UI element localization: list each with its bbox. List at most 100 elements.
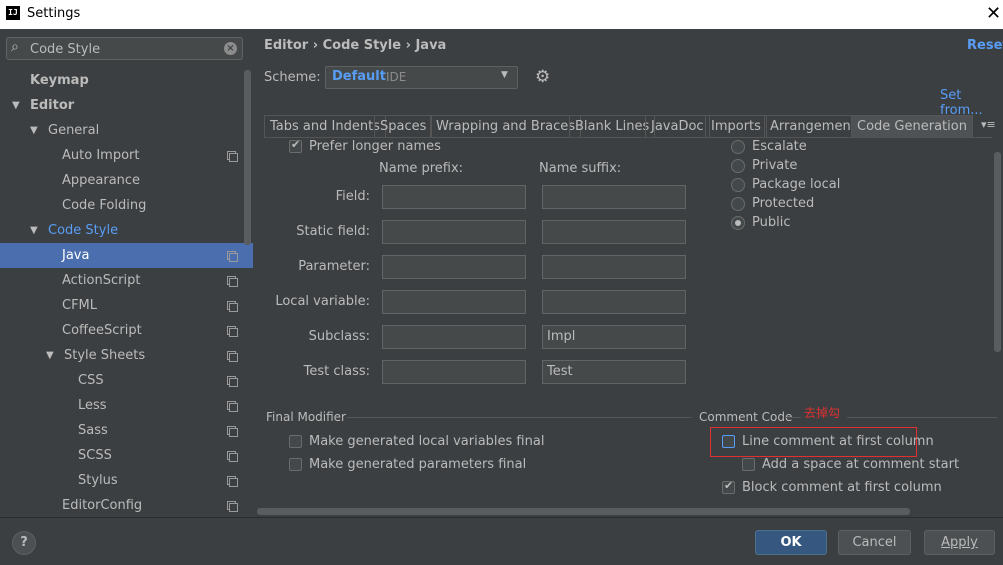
clear-search-icon[interactable]: × (224, 42, 237, 55)
tab-tabs-and-indents[interactable]: Tabs and Indents (264, 115, 386, 137)
final-local-vars-checkbox[interactable] (289, 435, 302, 448)
tree-item-editorconfig[interactable]: EditorConfig (0, 493, 253, 518)
project-copy-icon (227, 426, 238, 437)
gear-icon[interactable]: ⚙ (535, 67, 550, 87)
radio-package-local[interactable] (731, 178, 745, 192)
project-copy-icon (227, 351, 238, 362)
local-variable-label: Local variable: (275, 294, 370, 309)
static-field-prefix-input[interactable] (382, 220, 526, 244)
tab-spaces[interactable]: Spaces (374, 115, 433, 137)
scheme-name: Default (332, 69, 386, 84)
tab-arrangement[interactable]: Arrangement (764, 115, 862, 137)
tree-item-coffeescript[interactable]: CoffeeScript (0, 318, 253, 343)
add-space-checkbox[interactable] (742, 458, 755, 471)
local-variable-suffix-input[interactable] (542, 290, 686, 314)
parameter-prefix-input[interactable] (382, 255, 526, 279)
tab-imports[interactable]: Imports (705, 115, 767, 137)
cancel-button[interactable]: Cancel (838, 530, 911, 555)
expand-arrow-icon[interactable]: ▼ (46, 343, 54, 368)
project-copy-icon (227, 326, 238, 337)
expand-arrow-icon[interactable]: ▼ (12, 93, 20, 118)
search-field[interactable]: ⌕ × (6, 37, 243, 60)
static-field-suffix-input[interactable] (542, 220, 686, 244)
radio-protected-label: Protected (752, 196, 815, 211)
tab-blank-lines[interactable]: Blank Lines (569, 115, 656, 137)
tree-item-label: Stylus (78, 473, 118, 488)
expand-arrow-icon[interactable]: ▼ (30, 118, 38, 143)
tree-item-general[interactable]: ▼ General (0, 118, 253, 143)
tree-item-auto-import[interactable]: Auto Import (0, 143, 253, 168)
tree-item-label: Auto Import (62, 148, 140, 163)
tree-item-label: CoffeeScript (62, 323, 142, 338)
suffix-header: Name suffix: (539, 161, 622, 176)
subclass-suffix-input[interactable]: Impl (542, 325, 686, 349)
prefer-longer-label: Prefer longer names (309, 139, 441, 154)
tabs-overflow-icon[interactable]: ▾≡ (981, 118, 996, 131)
expand-arrow-icon[interactable]: ▼ (30, 218, 38, 243)
project-copy-icon (227, 301, 238, 312)
tree-item-css[interactable]: CSS (0, 368, 253, 393)
field-label: Field: (335, 189, 370, 204)
content-vertical-scrollbar[interactable] (994, 152, 1001, 352)
test-class-prefix-input[interactable] (382, 360, 526, 384)
comment-code-divider-right (847, 417, 997, 418)
comment-code-divider-left (785, 417, 801, 418)
close-icon[interactable]: ✕ (986, 3, 1001, 24)
tree-item-label: Editor (30, 98, 75, 113)
tree-item-cfml[interactable]: CFML (0, 293, 253, 318)
subclass-prefix-input[interactable] (382, 325, 526, 349)
tab-javadoc[interactable]: JavaDoc (645, 115, 710, 137)
tab-wrapping-and-braces[interactable]: Wrapping and Braces (430, 115, 582, 137)
tree-item-java[interactable]: Java (0, 243, 253, 268)
tree-item-sass[interactable]: Sass (0, 418, 253, 443)
radio-escalate[interactable] (731, 140, 745, 154)
project-copy-icon (227, 151, 238, 162)
tree-item-label: Sass (78, 423, 108, 438)
line-comment-first-col-checkbox[interactable] (722, 435, 735, 448)
test-class-suffix-input[interactable]: Test (542, 360, 686, 384)
tree-item-label: Appearance (62, 173, 141, 188)
field-prefix-input[interactable] (382, 185, 526, 209)
help-button[interactable]: ? (12, 531, 36, 555)
final-local-vars-label: Make generated local variables final (309, 434, 545, 449)
block-comment-first-col-checkbox[interactable] (722, 479, 735, 494)
project-copy-icon (227, 501, 238, 512)
apply-button[interactable]: Apply (924, 530, 995, 555)
project-copy-icon (227, 451, 238, 462)
radio-private[interactable] (731, 159, 745, 173)
search-input[interactable] (30, 41, 220, 57)
tree-item-code-style[interactable]: ▼ Code Style (0, 218, 253, 243)
tree-item-label: SCSS (78, 448, 112, 463)
tree-item-code-folding[interactable]: Code Folding (0, 193, 253, 218)
prefer-longer-checkbox[interactable] (289, 138, 302, 153)
radio-protected[interactable] (731, 197, 745, 211)
scheme-dropdown[interactable]: Default IDE ▼ (325, 66, 518, 89)
tab-code-generation[interactable]: Code Generation (851, 115, 973, 137)
radio-public[interactable] (731, 216, 745, 230)
tree-item-style-sheets[interactable]: ▼ Style Sheets (0, 343, 253, 368)
set-from-link[interactable]: Set from... (940, 88, 1003, 118)
radio-package-local-label: Package local (752, 177, 841, 192)
tree-item-label: CFML (62, 298, 98, 313)
field-suffix-input[interactable] (542, 185, 686, 209)
tree-item-stylus[interactable]: Stylus (0, 468, 253, 493)
left-scrollbar[interactable] (244, 70, 251, 245)
tree-item-scss[interactable]: SCSS (0, 443, 253, 468)
title-bar: IJ Settings ✕ (0, 0, 1003, 29)
tree-item-appearance[interactable]: Appearance (0, 168, 253, 193)
tree-item-less[interactable]: Less (0, 393, 253, 418)
block-comment-first-col-label: Block comment at first column (742, 480, 942, 495)
tree-item-label: Java (62, 248, 90, 263)
tree-item-actionscript[interactable]: ActionScript (0, 268, 253, 293)
local-variable-prefix-input[interactable] (382, 290, 526, 314)
parameter-suffix-input[interactable] (542, 255, 686, 279)
scheme-kind: IDE (386, 70, 407, 84)
ok-button[interactable]: OK (755, 530, 827, 555)
content-horizontal-scrollbar[interactable] (257, 508, 910, 515)
radio-private-label: Private (752, 158, 798, 173)
final-params-checkbox[interactable] (289, 458, 302, 471)
reset-link[interactable]: Reset (967, 38, 1003, 53)
comment-code-title: Comment Code (699, 410, 793, 424)
tree-item-keymap[interactable]: Keymap (0, 68, 253, 93)
tree-item-editor[interactable]: ▼ Editor (0, 93, 253, 118)
